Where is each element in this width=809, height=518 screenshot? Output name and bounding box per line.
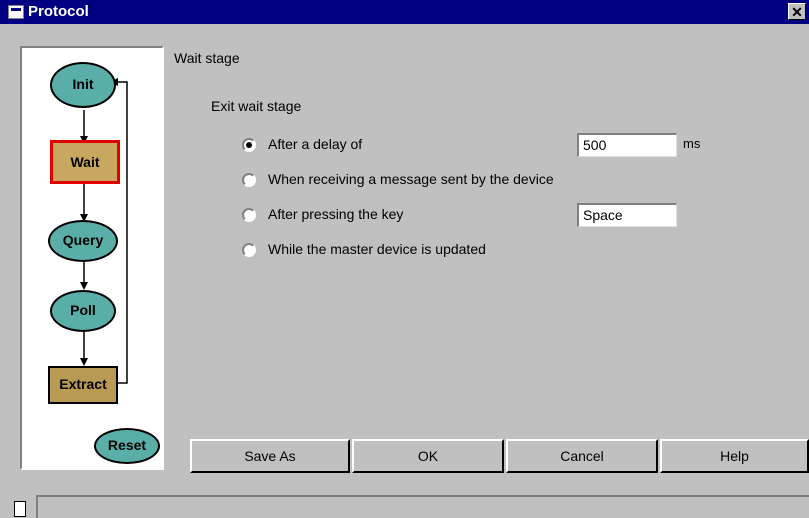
flow-node-query[interactable]: Query	[48, 220, 118, 262]
save-as-button[interactable]: Save As	[190, 439, 350, 473]
option-delay-label: After a delay of	[268, 136, 363, 152]
flow-node-init[interactable]: Init	[50, 62, 116, 108]
radio-message[interactable]	[242, 173, 256, 187]
radio-key[interactable]	[242, 208, 256, 222]
radio-delay[interactable]	[242, 138, 256, 152]
status-bar	[14, 495, 809, 518]
key-input[interactable]: Space	[577, 203, 677, 227]
delay-input[interactable]: 500	[577, 133, 677, 157]
status-field	[36, 495, 809, 518]
cancel-button[interactable]: Cancel	[506, 439, 658, 473]
protocol-flow-panel: Init Wait Query Poll Extract Reset	[20, 46, 164, 470]
flow-node-reset[interactable]: Reset	[94, 428, 160, 464]
window-title: Protocol	[28, 3, 89, 20]
radio-master[interactable]	[242, 243, 256, 257]
option-message-label: When receiving a message sent by the dev…	[268, 171, 554, 187]
status-checkbox[interactable]	[14, 501, 26, 517]
title-bar: Protocol ✕	[0, 0, 809, 24]
window-icon	[8, 5, 24, 19]
option-key-label: After pressing the key	[268, 206, 404, 222]
flow-node-poll[interactable]: Poll	[50, 290, 116, 332]
flow-node-wait[interactable]: Wait	[50, 140, 120, 184]
help-button[interactable]: Help	[660, 439, 809, 473]
close-button[interactable]: ✕	[788, 3, 806, 20]
exit-group-label: Exit wait stage	[211, 98, 302, 114]
delay-unit: ms	[683, 136, 701, 151]
stage-title: Wait stage	[174, 50, 240, 66]
ok-button[interactable]: OK	[352, 439, 504, 473]
option-master-label: While the master device is updated	[268, 241, 486, 257]
flow-node-extract[interactable]: Extract	[48, 366, 118, 404]
